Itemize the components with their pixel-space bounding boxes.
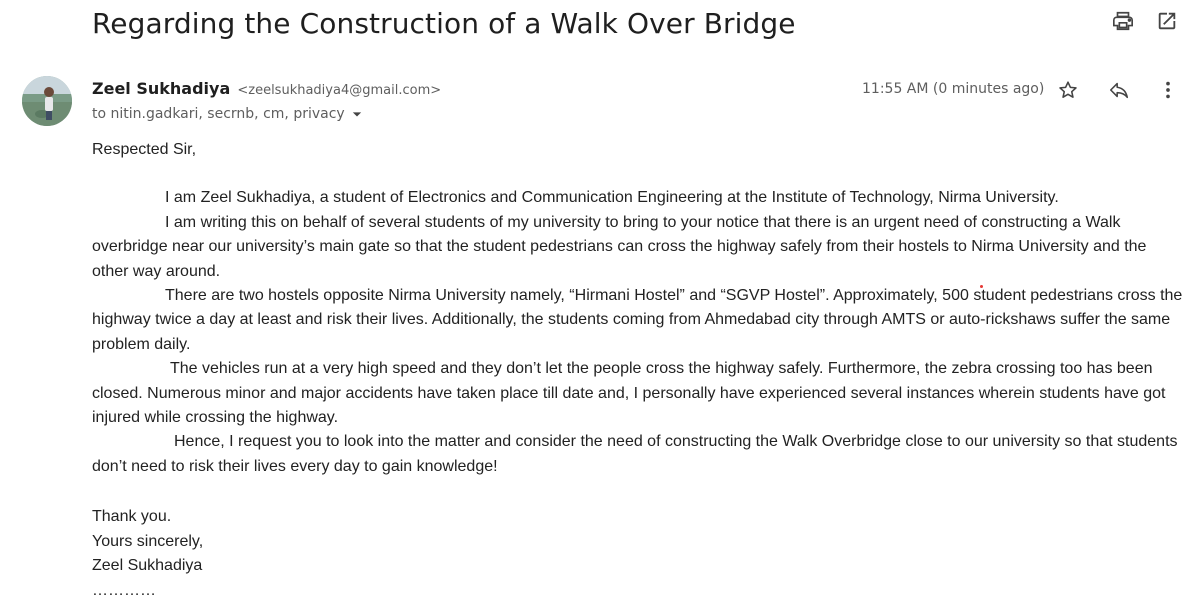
sender-name[interactable]: Zeel Sukhadiya	[92, 79, 230, 98]
more-vertical-icon	[1166, 81, 1170, 99]
sender-email: <zeelsukhadiya4@gmail.com>	[237, 83, 442, 98]
paragraph-1: I am Zeel Sukhadiya, a student of Electr…	[165, 189, 1059, 207]
closing-yours: Yours sincerely,	[92, 532, 204, 550]
email-body: Respected Sir, I am Zeel Sukhadiya, a st…	[92, 138, 1184, 603]
cursor-mark	[980, 285, 983, 288]
printer-icon	[1113, 11, 1133, 31]
closing-dots: …………	[92, 581, 156, 599]
greeting: Respected Sir,	[92, 141, 197, 158]
open-in-new-window-icon	[1158, 12, 1176, 30]
star-icon	[1059, 81, 1077, 98]
sender-line: Zeel Sukhadiya <zeelsukhadiya4@gmail.com…	[92, 79, 441, 101]
more-options-button[interactable]	[1156, 78, 1180, 102]
closing-thanks: Thank you.	[92, 508, 172, 526]
paragraph-5: Hence, I request you to look into the ma…	[92, 433, 1178, 475]
reply-button[interactable]	[1107, 78, 1131, 102]
sender-avatar[interactable]	[22, 76, 72, 126]
paragraph-2: I am writing this on behalf of several s…	[92, 213, 1147, 280]
paragraph-4: The vehicles run at a very high speed an…	[92, 360, 1166, 427]
email-timestamp: 11:55 AM (0 minutes ago)	[862, 81, 1045, 97]
closing-signature: Zeel Sukhadiya	[92, 557, 203, 575]
print-button[interactable]	[1110, 8, 1136, 34]
caret-down-icon	[352, 112, 361, 117]
recipients-list: to nitin.gadkari, secrnb, cm, privacy	[92, 106, 345, 122]
paragraph-3: There are two hostels opposite Nirma Uni…	[92, 287, 1183, 353]
email-subject: Regarding the Construction of a Walk Ove…	[92, 7, 796, 40]
reply-icon	[1109, 82, 1129, 99]
star-button[interactable]	[1056, 78, 1080, 102]
open-in-new-window-button[interactable]	[1154, 8, 1180, 34]
recipients-toggle[interactable]: to nitin.gadkari, secrnb, cm, privacy	[92, 104, 367, 124]
